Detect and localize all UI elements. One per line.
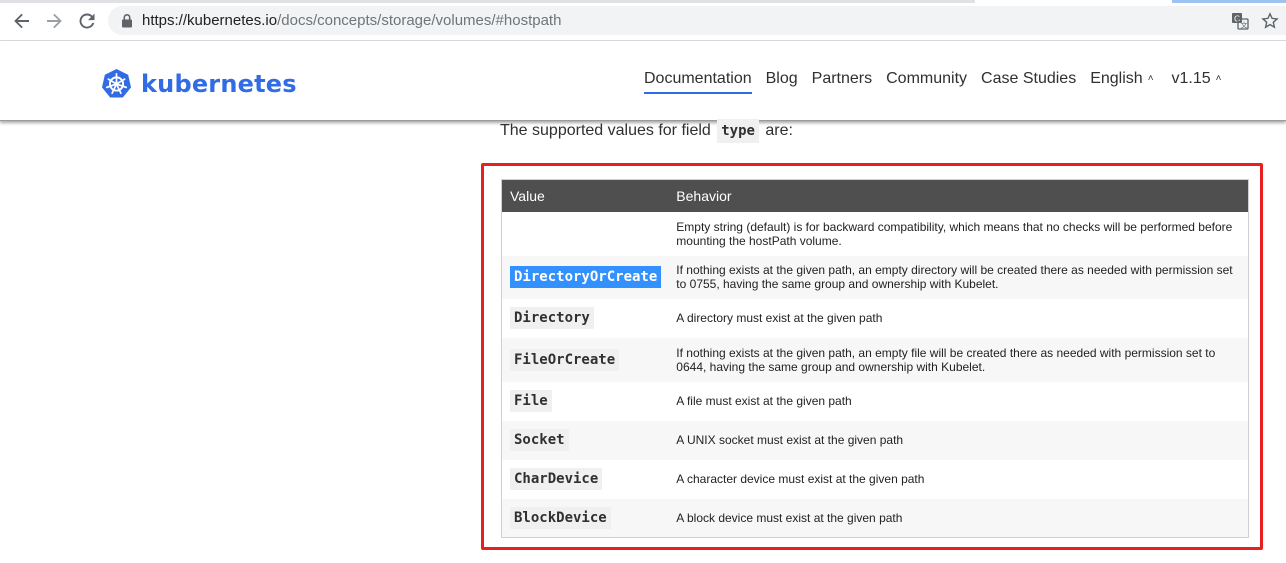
table-row: BlockDevice A block device must exist at… [501, 498, 1249, 538]
nav-blog[interactable]: Blog [766, 70, 798, 94]
value-code[interactable]: DirectoryOrCreate [510, 266, 662, 288]
value-cell: CharDevice [502, 460, 670, 499]
back-arrow-icon[interactable] [10, 9, 34, 33]
site-header: kubernetes Documentation Blog Partners C… [0, 41, 1286, 121]
value-cell: DirectoryOrCreate [501, 255, 670, 299]
nav-label: Partners [811, 70, 873, 87]
intro-text-end: are: [760, 122, 793, 139]
address-bar[interactable]: https://kubernetes.io/docs/concepts/stor… [108, 6, 1286, 35]
chevron-up-icon: ˄ [1147, 73, 1154, 84]
url-host: https://kubernetes.io [142, 12, 278, 29]
forward-arrow-icon[interactable] [42, 9, 66, 33]
tab-strip [0, 0, 975, 3]
column-header-value: Value [501, 179, 670, 212]
value-code: Socket [510, 429, 569, 451]
svg-text:文: 文 [1241, 21, 1248, 30]
table-header-row: Value Behavior [501, 179, 1249, 212]
table-row: Directory A directory must exist at the … [502, 299, 1249, 338]
browser-toolbar: https://kubernetes.io/docs/concepts/stor… [0, 0, 1286, 41]
behavior-cell: A file must exist at the given path [676, 394, 852, 408]
nav-documentation[interactable]: Documentation [644, 70, 752, 94]
behavior-cell: A character device must exist at the giv… [676, 472, 925, 486]
value-code: BlockDevice [510, 506, 611, 529]
nav-community[interactable]: Community [886, 70, 967, 94]
behavior-cell: If nothing exists at the given path, an … [669, 255, 1249, 299]
tab-strip-active [1172, 0, 1286, 3]
url-path: /docs/concepts/storage/volumes/#hostpath [277, 12, 562, 29]
inline-code-type: type [717, 119, 759, 143]
intro-text: The supported values for field [500, 122, 716, 139]
table-row: Empty string (default) is for backward c… [502, 212, 1249, 256]
value-code: CharDevice [510, 468, 603, 490]
value-code: FileOrCreate [510, 348, 620, 371]
reload-icon[interactable] [75, 9, 99, 33]
main-nav: Documentation Blog Partners Community Ca… [644, 70, 1236, 94]
translate-icon[interactable]: G 文 [1231, 12, 1249, 30]
nav-language-dropdown[interactable]: English ˄ [1090, 70, 1153, 94]
value-code: File [510, 390, 552, 412]
value-cell: BlockDevice [501, 498, 670, 538]
star-icon[interactable] [1261, 12, 1279, 30]
table-row: Socket A UNIX socket must exist at the g… [501, 420, 1249, 460]
chevron-up-icon: ˄ [1215, 73, 1222, 84]
nav-label: Case Studies [981, 70, 1077, 87]
nav-case-studies[interactable]: Case Studies [981, 70, 1076, 94]
behavior-cell: Empty string (default) is for backward c… [676, 219, 1233, 248]
behavior-cell: A UNIX socket must exist at the given pa… [669, 420, 1249, 460]
nav-version-dropdown[interactable]: v1.15 ˄ [1172, 70, 1222, 94]
column-header-behavior: Behavior [669, 179, 1249, 212]
table-row: DirectoryOrCreate If nothing exists at t… [501, 255, 1249, 299]
kubernetes-logo[interactable]: kubernetes [101, 68, 297, 99]
value-cell [502, 212, 670, 256]
logo-text: kubernetes [141, 69, 297, 98]
nav-partners[interactable]: Partners [812, 70, 872, 94]
value-code: Directory [510, 307, 594, 329]
nav-label: v1.15 [1171, 70, 1211, 87]
table-row: FileOrCreate If nothing exists at the gi… [501, 337, 1249, 382]
nav-label: Documentation [644, 70, 752, 87]
value-cell: Socket [501, 420, 670, 460]
behavior-cell: A directory must exist at the given path [676, 311, 883, 325]
nav-label: English [1090, 70, 1143, 87]
url-text[interactable]: https://kubernetes.io/docs/concepts/stor… [142, 12, 561, 29]
value-cell: FileOrCreate [501, 337, 670, 382]
hostpath-type-table: Value Behavior Empty string (default) is… [501, 179, 1249, 538]
behavior-cell: A block device must exist at the given p… [669, 498, 1249, 538]
kubernetes-helm-icon [101, 68, 132, 98]
lock-icon [122, 14, 132, 28]
value-cell: File [502, 382, 670, 421]
value-cell: Directory [502, 299, 670, 338]
table-row: CharDevice A character device must exist… [502, 460, 1249, 499]
nav-label: Blog [765, 70, 798, 87]
intro-paragraph: The supported values for field type are: [500, 119, 793, 143]
table-row: File A file must exist at the given path [502, 382, 1249, 421]
nav-label: Community [886, 70, 968, 87]
behavior-cell: If nothing exists at the given path, an … [669, 337, 1249, 382]
